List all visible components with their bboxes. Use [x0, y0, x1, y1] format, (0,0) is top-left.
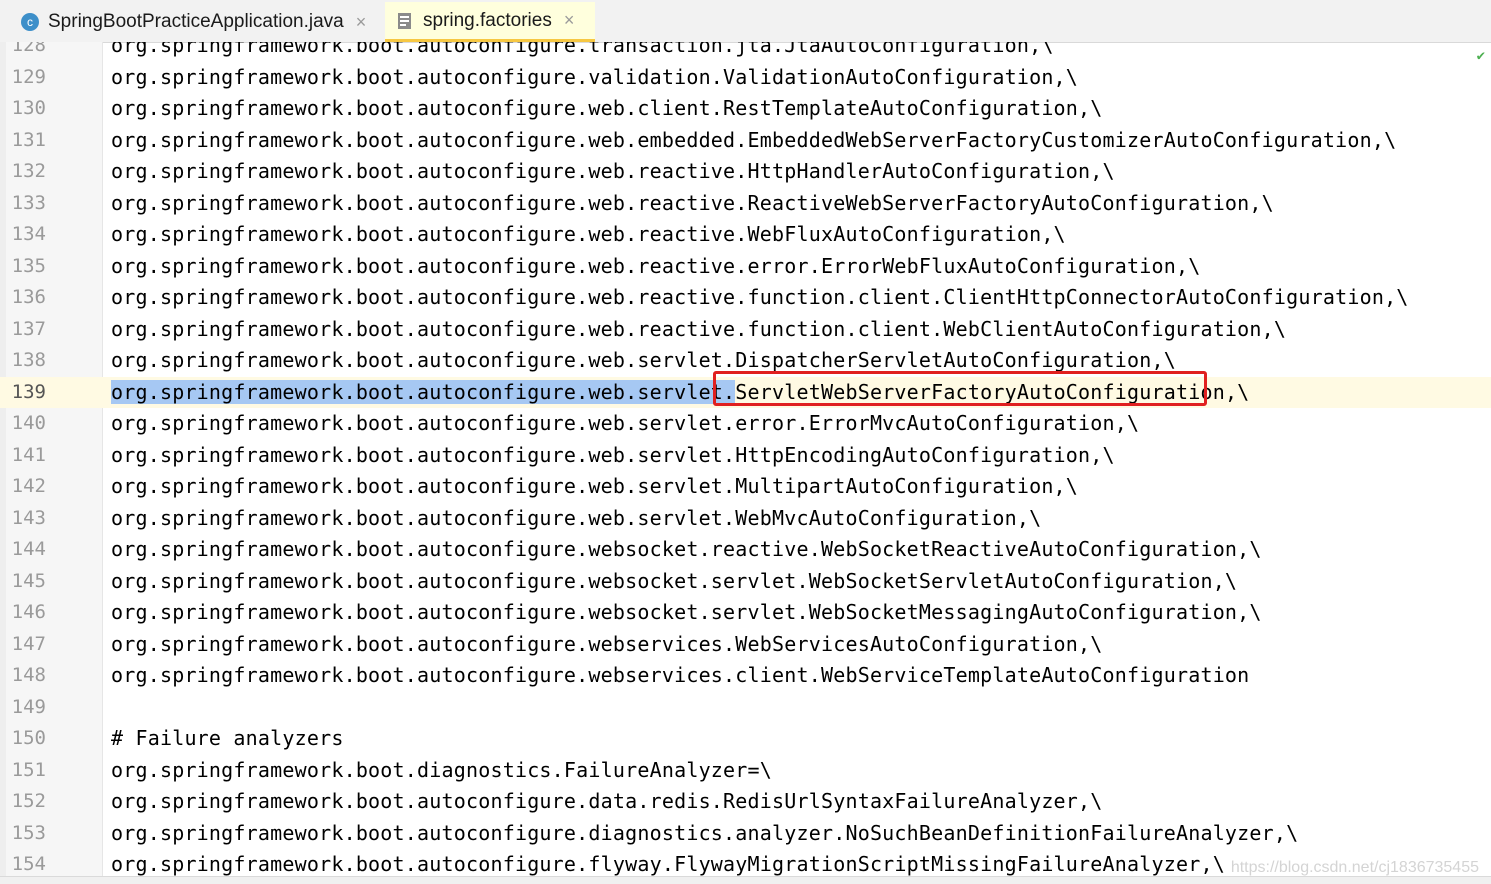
code-text[interactable]: org.springframework.boot.autoconfigure.w…	[111, 440, 1115, 472]
code-text[interactable]: org.springframework.boot.autoconfigure.w…	[111, 471, 1078, 503]
code-line[interactable]: 153 org.springframework.boot.autoconfigur…	[0, 818, 1491, 850]
properties-file-icon	[398, 12, 411, 29]
code-text[interactable]: org.springframework.boot.autoconfigure.w…	[111, 125, 1396, 157]
java-class-icon: c	[21, 13, 39, 31]
code-text[interactable]: org.springframework.boot.autoconfigure.w…	[111, 503, 1041, 535]
code-text[interactable]: org.springframework.boot.autoconfigure.v…	[111, 62, 1078, 94]
code-line[interactable]: 149	[0, 692, 1491, 724]
line-number: 132	[11, 160, 46, 182]
code-text[interactable]: org.springframework.boot.autoconfigure.w…	[111, 660, 1249, 692]
watermark: https://blog.csdn.net/cj1836735455	[1230, 859, 1479, 876]
code-line[interactable]: 143 org.springframework.boot.autoconfigur…	[0, 503, 1491, 535]
line-number: 139	[11, 380, 46, 403]
code-line[interactable]: 145 org.springframework.boot.autoconfigur…	[0, 566, 1491, 598]
code-line[interactable]: 137 org.springframework.boot.autoconfigur…	[0, 314, 1491, 346]
selected-text[interactable]: org.springframework.boot.autoconfigure.w…	[111, 379, 736, 404]
code-line[interactable]: 128 org.springframework.boot.autoconfigur…	[0, 42, 1491, 62]
code-text[interactable]: org.springframework.boot.autoconfigure.w…	[111, 219, 1066, 251]
line-number: 137	[11, 317, 46, 340]
line-number: 128	[11, 42, 46, 56]
editor-tab-bar: c SpringBootPracticeApplication.java × s…	[0, 0, 1491, 43]
code-line[interactable]: 152 org.springframework.boot.autoconfigur…	[0, 786, 1491, 818]
code-line[interactable]: 135 org.springframework.boot.autoconfigur…	[0, 251, 1491, 283]
line-number: 144	[11, 538, 46, 560]
code-text[interactable]: org.springframework.boot.autoconfigure.d…	[111, 818, 1298, 850]
code-line[interactable]: 144 org.springframework.boot.autoconfigur…	[0, 534, 1491, 566]
close-icon[interactable]: ×	[564, 10, 575, 31]
code-text[interactable]: org.springframework.boot.autoconfigure.w…	[111, 534, 1262, 566]
line-number: 135	[11, 254, 46, 277]
line-number: 150	[11, 727, 46, 749]
code-editor[interactable]: 128 org.springframework.boot.autoconfigur…	[0, 42, 1491, 883]
line-number: 131	[11, 128, 46, 151]
line-number: 134	[11, 223, 46, 245]
code-line[interactable]: 142 org.springframework.boot.autoconfigur…	[0, 471, 1491, 503]
code-line[interactable]: 146 org.springframework.boot.autoconfigur…	[0, 597, 1491, 629]
close-icon[interactable]: ×	[356, 12, 367, 33]
line-number: 149	[11, 695, 46, 718]
line-number: 133	[11, 191, 46, 214]
line-number: 151	[11, 758, 46, 781]
line-number: 140	[11, 412, 46, 434]
code-text[interactable]: org.springframework.boot.autoconfigure.w…	[111, 282, 1409, 314]
code-line[interactable]: 151 org.springframework.boot.diagnostics.…	[0, 755, 1491, 787]
code-line[interactable]: 134 org.springframework.boot.autoconfigur…	[0, 219, 1491, 251]
code-text[interactable]: org.springframework.boot.autoconfigure.w…	[111, 93, 1103, 125]
line-number: 130	[11, 97, 46, 119]
code-text[interactable]: org.springframework.boot.autoconfigure.w…	[111, 314, 1286, 346]
line-number: 153	[11, 821, 46, 844]
code-text[interactable]: # Failure analyzers	[111, 723, 344, 755]
line-number: 147	[11, 632, 46, 655]
tab-spring-factories[interactable]: spring.factories ×	[385, 2, 595, 42]
code-line[interactable]: 148 org.springframework.boot.autoconfigur…	[0, 660, 1491, 692]
code-line[interactable]: 131 org.springframework.boot.autoconfigur…	[0, 125, 1491, 157]
svg-text:c: c	[27, 15, 33, 29]
line-number: 141	[11, 443, 46, 466]
code-line[interactable]: 129 org.springframework.boot.autoconfigur…	[0, 62, 1491, 94]
line-number: 148	[11, 664, 46, 686]
code-line[interactable]: 132 org.springframework.boot.autoconfigur…	[0, 156, 1491, 188]
tab-label: spring.factories	[423, 9, 552, 31]
code-text[interactable]: org.springframework.boot.autoconfigure.w…	[111, 156, 1115, 188]
code-text[interactable]: org.springframework.boot.autoconfigure.w…	[111, 566, 1237, 598]
line-number: 138	[11, 349, 46, 371]
code-line[interactable]: 136 org.springframework.boot.autoconfigur…	[0, 282, 1491, 314]
line-number: 136	[11, 286, 46, 308]
code-line[interactable]: 147 org.springframework.boot.autoconfigur…	[0, 629, 1491, 661]
red-highlight-box	[713, 371, 1207, 406]
code-line[interactable]: 133 org.springframework.boot.autoconfigur…	[0, 188, 1491, 220]
line-number: 143	[11, 506, 46, 529]
line-number: 142	[11, 475, 46, 497]
code-line[interactable]: 141 org.springframework.boot.autoconfigur…	[0, 440, 1491, 472]
code-suffix: ,\	[1224, 379, 1250, 404]
code-text[interactable]: org.springframework.boot.autoconfigure.t…	[111, 42, 1054, 62]
line-number: 146	[11, 601, 46, 623]
line-number: 152	[11, 790, 46, 812]
code-text[interactable]: org.springframework.boot.diagnostics.Fai…	[111, 755, 772, 787]
code-text[interactable]: org.springframework.boot.autoconfigure.w…	[111, 408, 1139, 440]
code-text[interactable]: org.springframework.boot.autoconfigure.w…	[111, 188, 1274, 220]
tab-spring-boot-practice-application[interactable]: c SpringBootPracticeApplication.java ×	[10, 2, 382, 42]
code-line[interactable]: 130 org.springframework.boot.autoconfigur…	[0, 93, 1491, 125]
code-line[interactable]: 150 # Failure analyzers	[0, 723, 1491, 755]
code-line[interactable]: 140 org.springframework.boot.autoconfigur…	[0, 408, 1491, 440]
code-text[interactable]: org.springframework.boot.autoconfigure.d…	[111, 786, 1103, 818]
tab-label: SpringBootPracticeApplication.java	[48, 11, 344, 32]
code-text[interactable]: org.springframework.boot.autoconfigure.w…	[111, 251, 1200, 283]
line-number: 145	[11, 569, 46, 592]
line-number: 129	[11, 65, 46, 88]
code-text[interactable]: org.springframework.boot.autoconfigure.w…	[111, 597, 1262, 629]
code-text[interactable]: org.springframework.boot.autoconfigure.w…	[111, 629, 1103, 661]
